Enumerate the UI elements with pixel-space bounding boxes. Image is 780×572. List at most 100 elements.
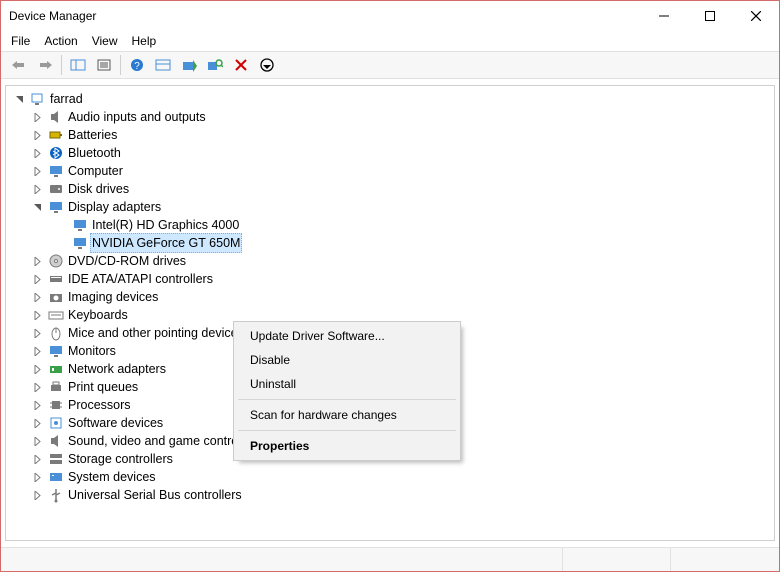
menu-view[interactable]: View (92, 34, 118, 48)
expander-icon[interactable] (30, 488, 44, 502)
forward-button[interactable] (33, 54, 57, 76)
properties-button[interactable] (92, 54, 116, 76)
uninstall-button[interactable] (229, 54, 253, 76)
tree-category[interactable]: Universal Serial Bus controllers (10, 486, 770, 504)
expander-icon[interactable] (30, 326, 44, 340)
tree-item-label: Audio inputs and outputs (68, 108, 206, 126)
tree-category[interactable]: DVD/CD-ROM drives (10, 252, 770, 270)
usb-icon (48, 487, 64, 503)
monitor-icon (48, 199, 64, 215)
expander-icon[interactable] (30, 182, 44, 196)
tree-item-label: farrad (50, 90, 83, 108)
tree-category[interactable]: Disk drives (10, 180, 770, 198)
expander-icon[interactable] (30, 344, 44, 358)
tree-item-label: NVIDIA GeForce GT 650M (90, 233, 242, 253)
ctx-separator (238, 399, 456, 400)
back-button[interactable] (7, 54, 31, 76)
tree-category[interactable]: Imaging devices (10, 288, 770, 306)
window-title: Device Manager (9, 9, 641, 23)
status-segment (1, 548, 563, 571)
keyboard-icon (48, 307, 64, 323)
disc-icon (48, 253, 64, 269)
expander-icon[interactable] (30, 164, 44, 178)
show-hide-console-tree-button[interactable] (66, 54, 90, 76)
toolbar-separator (61, 55, 62, 75)
update-driver-button[interactable] (177, 54, 201, 76)
soft-icon (48, 415, 64, 431)
ctx-uninstall[interactable]: Uninstall (236, 372, 458, 396)
expander-icon[interactable] (30, 398, 44, 412)
expander-icon[interactable] (30, 470, 44, 484)
tree-item-label: Network adapters (68, 360, 166, 378)
tree-item-label: Print queues (68, 378, 138, 396)
scan-hardware-button[interactable] (203, 54, 227, 76)
tree-item-label: DVD/CD-ROM drives (68, 252, 186, 270)
device-tree-panel[interactable]: farradAudio inputs and outputsBatteriesB… (5, 85, 775, 541)
help-button[interactable]: ? (125, 54, 149, 76)
svg-text:?: ? (134, 61, 140, 72)
storage-icon (48, 451, 64, 467)
ctx-scan-hardware[interactable]: Scan for hardware changes (236, 403, 458, 427)
menu-file[interactable]: File (11, 34, 30, 48)
tree-item-label: Mice and other pointing devices (68, 324, 244, 342)
expander-icon[interactable] (30, 272, 44, 286)
menu-action[interactable]: Action (44, 34, 77, 48)
expander-icon[interactable] (30, 254, 44, 268)
tree-category[interactable]: Bluetooth (10, 144, 770, 162)
tree-category[interactable]: Batteries (10, 126, 770, 144)
expander-icon[interactable] (30, 290, 44, 304)
content-area: farradAudio inputs and outputsBatteriesB… (1, 79, 779, 547)
show-hidden-devices-button[interactable] (151, 54, 175, 76)
mouse-icon (48, 325, 64, 341)
ide-icon (48, 271, 64, 287)
tree-category[interactable]: Computer (10, 162, 770, 180)
tree-item-label: Imaging devices (68, 288, 158, 306)
menu-help[interactable]: Help (132, 34, 157, 48)
expander-icon[interactable] (30, 200, 44, 214)
monitor-icon (72, 235, 88, 251)
tree-root[interactable]: farrad (10, 90, 770, 108)
minimize-button[interactable] (641, 1, 687, 31)
maximize-button[interactable] (687, 1, 733, 31)
tree-item-label: Display adapters (68, 198, 161, 216)
tree-item-label: Keyboards (68, 306, 128, 324)
cpu-icon (48, 397, 64, 413)
ctx-update-driver[interactable]: Update Driver Software... (236, 324, 458, 348)
tree-device[interactable]: NVIDIA GeForce GT 650M (10, 234, 770, 252)
ctx-disable[interactable]: Disable (236, 348, 458, 372)
speaker-icon (48, 433, 64, 449)
expander-icon[interactable] (30, 434, 44, 448)
expander-icon[interactable] (30, 362, 44, 376)
tree-device[interactable]: Intel(R) HD Graphics 4000 (10, 216, 770, 234)
statusbar (1, 547, 779, 571)
status-segment (671, 548, 779, 571)
expander-icon[interactable] (30, 308, 44, 322)
tree-category[interactable]: Display adapters (10, 198, 770, 216)
battery-icon (48, 127, 64, 143)
titlebar: Device Manager (1, 1, 779, 31)
expander-icon[interactable] (12, 92, 26, 106)
tree-item-label: System devices (68, 468, 156, 486)
tree-category[interactable]: IDE ATA/ATAPI controllers (10, 270, 770, 288)
pc-icon (30, 91, 46, 107)
tree-category[interactable]: Audio inputs and outputs (10, 108, 770, 126)
status-segment (563, 548, 671, 571)
expander-icon[interactable] (30, 452, 44, 466)
nic-icon (48, 361, 64, 377)
camera-icon (48, 289, 64, 305)
expander-icon[interactable] (30, 110, 44, 124)
expander-icon[interactable] (30, 146, 44, 160)
disk-icon (48, 181, 64, 197)
tree-item-label: Processors (68, 396, 131, 414)
tree-category[interactable]: System devices (10, 468, 770, 486)
close-button[interactable] (733, 1, 779, 31)
ctx-properties[interactable]: Properties (236, 434, 458, 458)
tree-item-label: Monitors (68, 342, 116, 360)
disable-button[interactable] (255, 54, 279, 76)
tree-spacer (54, 218, 68, 232)
expander-icon[interactable] (30, 380, 44, 394)
expander-icon[interactable] (30, 416, 44, 430)
device-manager-window: Device Manager File Action View Help ? (0, 0, 780, 572)
monitor-icon (72, 217, 88, 233)
expander-icon[interactable] (30, 128, 44, 142)
